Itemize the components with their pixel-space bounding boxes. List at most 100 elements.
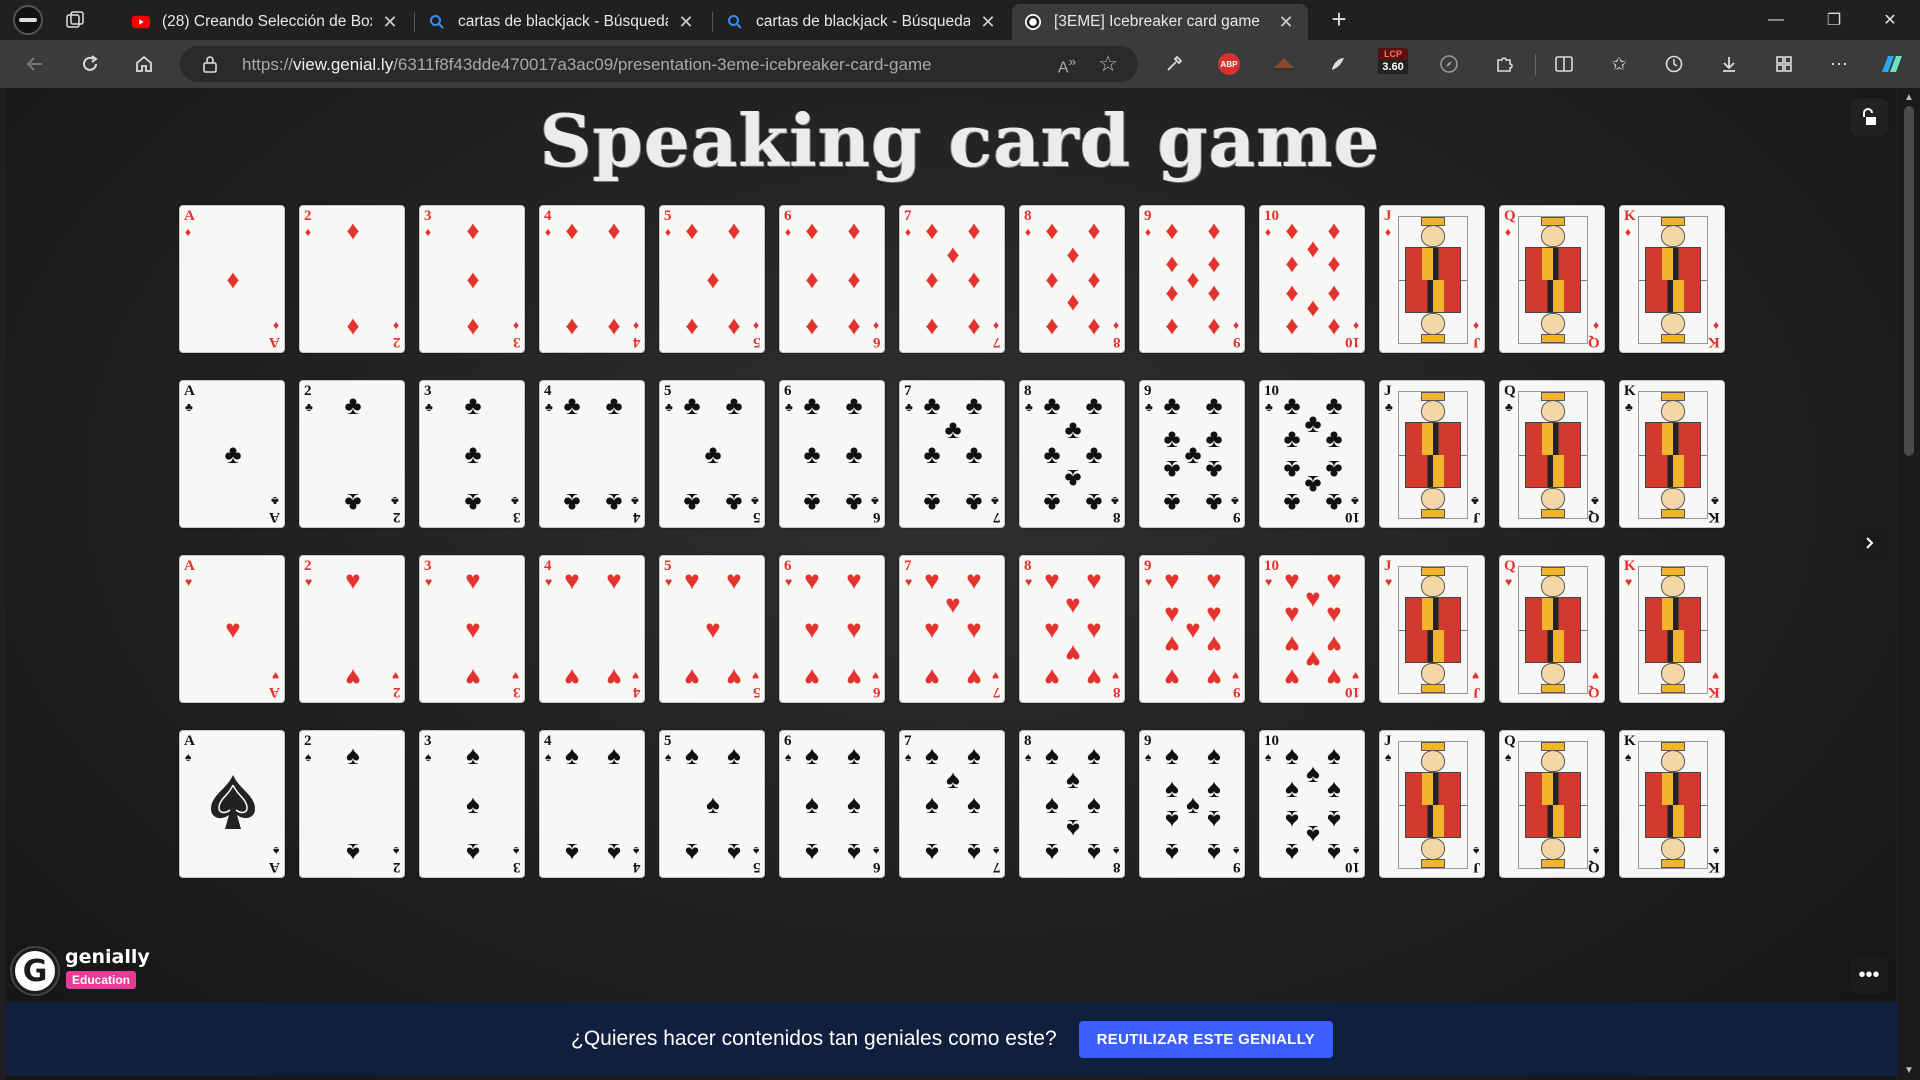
history-icon[interactable] xyxy=(1660,50,1688,78)
scrollbar-thumb[interactable] xyxy=(1904,106,1914,456)
playing-card-k-clubs[interactable]: K K ♣ ♣ xyxy=(1619,380,1725,528)
copilot-icon[interactable] xyxy=(1878,50,1906,78)
playing-card-4-spades[interactable]: 4 4 ♠ ♠ ♠ ♠ ♠ ♠ xyxy=(539,730,645,878)
playing-card-3-diamonds[interactable]: 3 3 ♦ ♦ ♦ ♦ ♦ xyxy=(419,205,525,353)
playing-card-9-clubs[interactable]: 9 9 ♣ ♣ ♣ ♣ ♣ ♣ ♣ ♣ ♣ ♣ ♣ xyxy=(1139,380,1245,528)
playing-card-q-clubs[interactable]: Q Q ♣ ♣ xyxy=(1499,380,1605,528)
playing-card-k-spades[interactable]: K K ♠ ♠ xyxy=(1619,730,1725,878)
collections-icon[interactable] xyxy=(1770,50,1798,78)
page-scrollbar[interactable]: ▲ ▼ xyxy=(1898,88,1920,1080)
playing-card-2-hearts[interactable]: 2 2 ♥ ♥ ♥ ♥ xyxy=(299,555,405,703)
home-icon[interactable] xyxy=(128,48,160,80)
favorites-icon[interactable]: ✩ xyxy=(1605,50,1633,78)
clubs-icon: ♣ xyxy=(923,390,941,420)
read-aloud-icon[interactable]: A» xyxy=(1058,54,1076,77)
playing-card-7-clubs[interactable]: 7 7 ♣ ♣ ♣ ♣ ♣ ♣ ♣ ♣ ♣ xyxy=(899,380,1005,528)
playing-card-5-hearts[interactable]: 5 5 ♥ ♥ ♥ ♥ ♥ ♥ ♥ xyxy=(659,555,765,703)
tab-close-icon[interactable]: ✕ xyxy=(676,12,696,33)
playing-card-j-clubs[interactable]: J J ♣ ♣ xyxy=(1379,380,1485,528)
playing-card-10-hearts[interactable]: 10 10 ♥ ♥ ♥ ♥ ♥ ♥ ♥ ♥ ♥ ♥ ♥ ♥ xyxy=(1259,555,1365,703)
reload-icon[interactable] xyxy=(74,48,106,80)
playing-card-2-diamonds[interactable]: 2 2 ♦ ♦ ♦ ♦ xyxy=(299,205,405,353)
playing-card-8-hearts[interactable]: 8 8 ♥ ♥ ♥ ♥ ♥ ♥ ♥ ♥ ♥ ♥ xyxy=(1019,555,1125,703)
genially-logo[interactable]: G genially Education xyxy=(12,944,150,996)
playing-card-q-spades[interactable]: Q Q ♠ ♠ xyxy=(1499,730,1605,878)
playing-card-5-clubs[interactable]: 5 5 ♣ ♣ ♣ ♣ ♣ ♣ ♣ xyxy=(659,380,765,528)
playing-card-9-diamonds[interactable]: 9 9 ♦ ♦ ♦ ♦ ♦ ♦ ♦ ♦ ♦ ♦ ♦ xyxy=(1139,205,1245,353)
extension-hat-icon[interactable] xyxy=(1270,50,1298,78)
adblock-icon[interactable]: ABP xyxy=(1215,50,1243,78)
playing-card-7-diamonds[interactable]: 7 7 ♦ ♦ ♦ ♦ ♦ ♦ ♦ ♦ ♦ xyxy=(899,205,1005,353)
playing-card-6-spades[interactable]: 6 6 ♠ ♠ ♠ ♠ ♠ ♠ ♠ ♠ xyxy=(779,730,885,878)
next-slide-button[interactable] xyxy=(1850,524,1888,562)
playing-card-k-diamonds[interactable]: K K ♦ ♦ xyxy=(1619,205,1725,353)
playing-card-8-diamonds[interactable]: 8 8 ♦ ♦ ♦ ♦ ♦ ♦ ♦ ♦ ♦ ♦ xyxy=(1019,205,1125,353)
playing-card-a-diamonds[interactable]: A A ♦ ♦ ♦ xyxy=(179,205,285,353)
reuse-genially-button[interactable]: REUTILIZAR ESTE GENIALLY xyxy=(1078,1020,1333,1058)
playing-card-a-clubs[interactable]: A A ♣ ♣ ♣ xyxy=(179,380,285,528)
playing-card-10-clubs[interactable]: 10 10 ♣ ♣ ♣ ♣ ♣ ♣ ♣ ♣ ♣ ♣ ♣ ♣ xyxy=(1259,380,1365,528)
playing-card-2-spades[interactable]: 2 2 ♠ ♠ ♠ ♠ xyxy=(299,730,405,878)
playing-card-6-hearts[interactable]: 6 6 ♥ ♥ ♥ ♥ ♥ ♥ ♥ ♥ xyxy=(779,555,885,703)
playing-card-4-diamonds[interactable]: 4 4 ♦ ♦ ♦ ♦ ♦ ♦ xyxy=(539,205,645,353)
playing-card-4-clubs[interactable]: 4 4 ♣ ♣ ♣ ♣ ♣ ♣ xyxy=(539,380,645,528)
tab-close-icon[interactable]: ✕ xyxy=(978,12,998,33)
playing-card-9-spades[interactable]: 9 9 ♠ ♠ ♠ ♠ ♠ ♠ ♠ ♠ ♠ ♠ ♠ xyxy=(1139,730,1245,878)
back-icon[interactable] xyxy=(19,48,51,80)
new-tab-button[interactable]: + xyxy=(1325,6,1353,34)
profile-avatar[interactable] xyxy=(10,4,46,36)
playing-card-7-hearts[interactable]: 7 7 ♥ ♥ ♥ ♥ ♥ ♥ ♥ ♥ ♥ xyxy=(899,555,1005,703)
scroll-up-icon[interactable]: ▲ xyxy=(1903,92,1915,103)
playing-card-10-diamonds[interactable]: 10 10 ♦ ♦ ♦ ♦ ♦ ♦ ♦ ♦ ♦ ♦ ♦ ♦ xyxy=(1259,205,1365,353)
card-rank: 2 xyxy=(304,383,312,399)
playing-card-j-hearts[interactable]: J J ♥ ♥ xyxy=(1379,555,1485,703)
workspaces-icon[interactable] xyxy=(62,8,88,32)
restore-icon[interactable]: ❐ xyxy=(1806,0,1862,40)
favorite-star-icon[interactable]: ☆ xyxy=(1098,51,1118,77)
playing-card-3-hearts[interactable]: 3 3 ♥ ♥ ♥ ♥ ♥ xyxy=(419,555,525,703)
address-bar[interactable]: https://view.genial.ly/6311f8f43dde47001… xyxy=(180,46,1138,82)
playing-card-j-diamonds[interactable]: J J ♦ ♦ xyxy=(1379,205,1485,353)
scroll-down-icon[interactable]: ▼ xyxy=(1903,1065,1915,1076)
tab-genially[interactable]: [3EME] Icebreaker card game ✕ xyxy=(1012,4,1308,40)
playing-card-a-hearts[interactable]: A A ♥ ♥ ♥ xyxy=(179,555,285,703)
playing-card-6-clubs[interactable]: 6 6 ♣ ♣ ♣ ♣ ♣ ♣ ♣ ♣ xyxy=(779,380,885,528)
card-rank: 9 xyxy=(1232,334,1241,350)
playing-card-3-clubs[interactable]: 3 3 ♣ ♣ ♣ ♣ ♣ xyxy=(419,380,525,528)
tab-close-icon[interactable]: ✕ xyxy=(1276,12,1296,33)
playing-card-j-spades[interactable]: J J ♠ ♠ xyxy=(1379,730,1485,878)
more-menu-icon[interactable]: ⋯ xyxy=(1825,50,1853,78)
playing-card-q-diamonds[interactable]: Q Q ♦ ♦ xyxy=(1499,205,1605,353)
tab-search-2[interactable]: cartas de blackjack - Búsqueda Ir ✕ xyxy=(714,4,1010,40)
playing-card-10-spades[interactable]: 10 10 ♠ ♠ ♠ ♠ ♠ ♠ ♠ ♠ ♠ ♠ ♠ ♠ xyxy=(1259,730,1365,878)
playing-card-q-hearts[interactable]: Q Q ♥ ♥ xyxy=(1499,555,1605,703)
eyedropper-icon[interactable] xyxy=(1160,50,1188,78)
minimize-icon[interactable]: — xyxy=(1748,0,1804,40)
playing-card-8-clubs[interactable]: 8 8 ♣ ♣ ♣ ♣ ♣ ♣ ♣ ♣ ♣ ♣ xyxy=(1019,380,1125,528)
extension-bird-icon[interactable] xyxy=(1324,50,1352,78)
split-screen-icon[interactable] xyxy=(1550,50,1578,78)
lcp-extension-icon[interactable]: LCP 3.60 xyxy=(1378,48,1408,78)
options-menu-icon[interactable]: ••• xyxy=(1850,956,1888,994)
tab-search-1[interactable]: cartas de blackjack - Búsqueda ✕ xyxy=(416,4,708,40)
playing-card-7-spades[interactable]: 7 7 ♠ ♠ ♠ ♠ ♠ ♠ ♠ ♠ ♠ xyxy=(899,730,1005,878)
tab-youtube[interactable]: (28) Creando Selección de Boxea ✕ xyxy=(120,4,412,40)
card-rank: 6 xyxy=(872,859,881,875)
playing-card-4-hearts[interactable]: 4 4 ♥ ♥ ♥ ♥ ♥ ♥ xyxy=(539,555,645,703)
playing-card-k-hearts[interactable]: K K ♥ ♥ xyxy=(1619,555,1725,703)
playing-card-5-diamonds[interactable]: 5 5 ♦ ♦ ♦ ♦ ♦ ♦ ♦ xyxy=(659,205,765,353)
fullscreen-toggle-icon[interactable] xyxy=(1850,98,1888,136)
playing-card-8-spades[interactable]: 8 8 ♠ ♠ ♠ ♠ ♠ ♠ ♠ ♠ ♠ ♠ xyxy=(1019,730,1125,878)
downloads-icon[interactable] xyxy=(1715,50,1743,78)
playing-card-9-hearts[interactable]: 9 9 ♥ ♥ ♥ ♥ ♥ ♥ ♥ ♥ ♥ ♥ ♥ xyxy=(1139,555,1245,703)
tab-close-icon[interactable]: ✕ xyxy=(380,12,400,33)
extensions-puzzle-icon[interactable] xyxy=(1490,50,1518,78)
playing-card-2-clubs[interactable]: 2 2 ♣ ♣ ♣ ♣ xyxy=(299,380,405,528)
playing-card-3-spades[interactable]: 3 3 ♠ ♠ ♠ ♠ ♠ xyxy=(419,730,525,878)
playing-card-6-diamonds[interactable]: 6 6 ♦ ♦ ♦ ♦ ♦ ♦ ♦ ♦ xyxy=(779,205,885,353)
playing-card-5-spades[interactable]: 5 5 ♠ ♠ ♠ ♠ ♠ ♠ ♠ xyxy=(659,730,765,878)
compass-icon[interactable] xyxy=(1435,50,1463,78)
lock-icon[interactable] xyxy=(202,55,218,78)
close-window-icon[interactable]: ✕ xyxy=(1862,0,1918,40)
playing-card-a-spades[interactable]: A A ♠ ♠ xyxy=(179,730,285,878)
